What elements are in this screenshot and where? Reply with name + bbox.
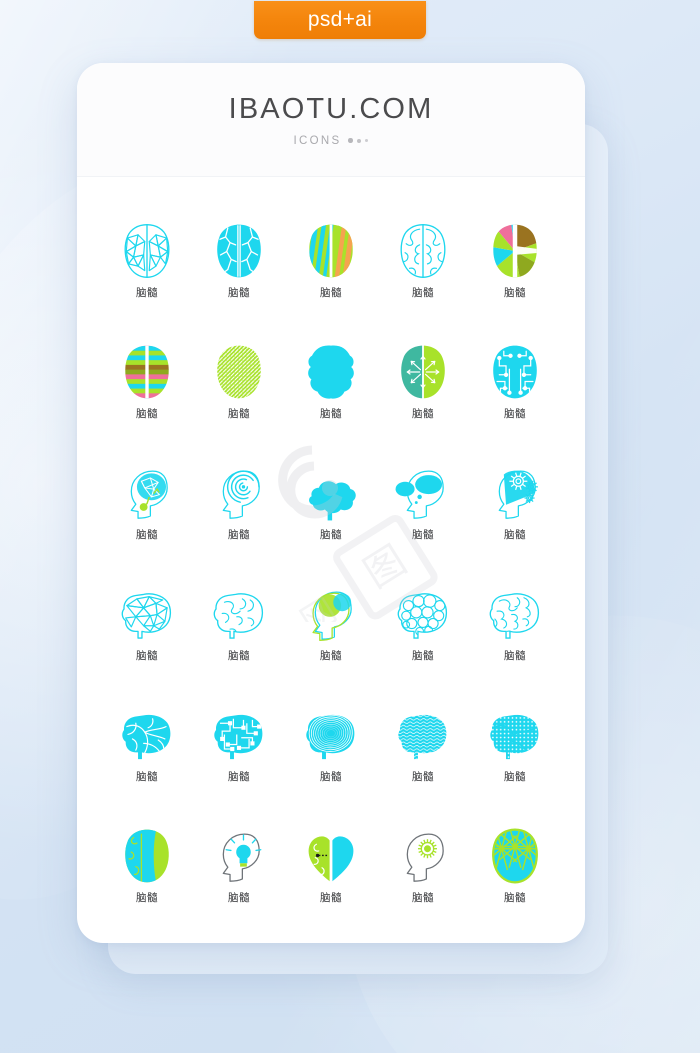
icon-label: 脑髓	[228, 771, 250, 784]
icon-label: 脑髓	[228, 529, 250, 542]
icon-cell-brain-side-detailed[interactable]: 脑髓	[469, 562, 561, 683]
icon-label: 脑髓	[412, 650, 434, 663]
head-overlap-circles-icon	[303, 583, 359, 645]
icon-label: 脑髓	[412, 408, 434, 421]
brand-subtitle-row: ICONS	[294, 135, 369, 147]
brain-top-arrows-split-icon	[395, 341, 451, 403]
format-badge: psd+ai	[254, 1, 426, 39]
icon-cell-brain-top-pie-segments[interactable]: 脑髓	[469, 199, 561, 320]
icon-cell-brain-top-polygon-outline[interactable]: 脑髓	[101, 199, 193, 320]
icon-cell-brain-side-gyri-outline[interactable]: 脑髓	[193, 562, 285, 683]
icon-cell-brain-top-green-cyan[interactable]: 脑髓	[101, 804, 193, 925]
icon-cell-head-thought-bubbles[interactable]: 脑髓	[377, 441, 469, 562]
icon-cell-head-lightbulb[interactable]: 脑髓	[193, 804, 285, 925]
icon-label: 脑髓	[320, 771, 342, 784]
brain-top-filled-cracks-icon	[211, 220, 267, 282]
icon-label: 脑髓	[412, 771, 434, 784]
icon-label: 脑髓	[412, 287, 434, 300]
icon-label: 脑髓	[504, 771, 526, 784]
heart-brain-split-icon	[303, 825, 359, 887]
icon-label: 脑髓	[504, 892, 526, 905]
icon-cell-brain-top-cyan-solid[interactable]: 脑髓	[285, 320, 377, 441]
icon-label: 脑髓	[320, 529, 342, 542]
icon-label: 脑髓	[228, 892, 250, 905]
icon-set-card: IBAOTU.COM ICONS 脑髓 脑髓 脑髓 脑髓 脑髓 脑髓 脑髓 脑髓 脑髓 脑髓 脑髓脑…	[77, 63, 585, 943]
icon-label: 脑髓	[504, 287, 526, 300]
brain-top-radial-network-icon	[487, 825, 543, 887]
head-gears-icon	[487, 462, 543, 524]
icon-cell-brain-top-arrows-split[interactable]: 脑髓	[377, 320, 469, 441]
icon-cell-brain-top-radial-network[interactable]: 脑髓	[469, 804, 561, 925]
dots-icon	[348, 138, 369, 143]
icon-cell-head-gear-sun[interactable]: 脑髓	[377, 804, 469, 925]
brain-top-green-hatch-icon	[211, 341, 267, 403]
icon-cell-brain-side-circuit[interactable]: 脑髓	[193, 683, 285, 804]
brain-side-polygon-icon	[119, 583, 175, 645]
brain-top-gyri-outline-icon	[395, 220, 451, 282]
brain-side-contours-icon	[303, 704, 359, 766]
brain-side-bubbles-icon	[395, 583, 451, 645]
brain-side-circuit-icon	[211, 704, 267, 766]
format-badge-label: psd+ai	[307, 8, 373, 31]
icon-label: 脑髓	[504, 408, 526, 421]
icon-cell-brain-side-waves[interactable]: 脑髓	[377, 683, 469, 804]
icon-label: 脑髓	[320, 892, 342, 905]
icon-cell-brain-side-contours[interactable]: 脑髓	[285, 683, 377, 804]
icon-cell-brain-top-filled-cracks[interactable]: 脑髓	[193, 199, 285, 320]
brain-top-circuit-icon	[487, 341, 543, 403]
brain-side-waves-icon	[395, 704, 451, 766]
head-lightbulb-icon	[211, 825, 267, 887]
icon-label: 脑髓	[136, 650, 158, 663]
icon-cell-brain-top-rainbow-bands[interactable]: 脑髓	[101, 320, 193, 441]
icon-cell-head-gears[interactable]: 脑髓	[469, 441, 561, 562]
icon-grid: 脑髓 脑髓 脑髓 脑髓 脑髓 脑髓 脑髓 脑髓 脑髓 脑髓 脑髓 脑髓 脑髓 脑髓 脑髓 脑髓 脑髓 脑髓 脑髓 脑髓…	[77, 177, 585, 943]
icon-label: 脑髓	[228, 408, 250, 421]
icon-cell-head-overlap-circles[interactable]: 脑髓	[285, 562, 377, 683]
brain-top-cyan-solid-icon	[303, 341, 359, 403]
icon-label: 脑髓	[136, 287, 158, 300]
head-brain-spiral-icon	[211, 462, 267, 524]
icon-cell-head-cloud-brain[interactable]: 脑髓	[285, 441, 377, 562]
brain-side-dots-icon	[487, 704, 543, 766]
head-cloud-brain-icon	[303, 462, 359, 524]
brain-top-green-cyan-icon	[119, 825, 175, 887]
head-brain-network-icon	[119, 462, 175, 524]
icon-label: 脑髓	[504, 529, 526, 542]
brain-top-rainbow-bands-icon	[119, 341, 175, 403]
icon-label: 脑髓	[412, 529, 434, 542]
icon-cell-head-brain-network[interactable]: 脑髓	[101, 441, 193, 562]
icon-label: 脑髓	[412, 892, 434, 905]
icon-cell-brain-top-gyri-outline[interactable]: 脑髓	[377, 199, 469, 320]
brand-title: IBAOTU.COM	[228, 92, 434, 125]
brain-top-color-stripes-icon	[303, 220, 359, 282]
icon-cell-brain-top-circuit[interactable]: 脑髓	[469, 320, 561, 441]
icon-cell-brain-top-color-stripes[interactable]: 脑髓	[285, 199, 377, 320]
icon-label: 脑髓	[504, 650, 526, 663]
head-thought-bubbles-icon	[395, 462, 451, 524]
icon-cell-head-brain-spiral[interactable]: 脑髓	[193, 441, 285, 562]
icon-label: 脑髓	[320, 287, 342, 300]
icon-label: 脑髓	[136, 771, 158, 784]
icon-label: 脑髓	[320, 650, 342, 663]
icon-cell-brain-side-veins[interactable]: 脑髓	[101, 683, 193, 804]
icon-cell-brain-side-dots[interactable]: 脑髓	[469, 683, 561, 804]
brain-side-gyri-outline-icon	[211, 583, 267, 645]
icon-cell-brain-side-polygon[interactable]: 脑髓	[101, 562, 193, 683]
brain-top-polygon-outline-icon	[119, 220, 175, 282]
brand-subtitle: ICONS	[293, 134, 342, 147]
card-header: IBAOTU.COM ICONS	[77, 63, 585, 177]
icon-label: 脑髓	[136, 408, 158, 421]
icon-cell-brain-top-green-hatch[interactable]: 脑髓	[193, 320, 285, 441]
icon-label: 脑髓	[228, 287, 250, 300]
icon-label: 脑髓	[136, 892, 158, 905]
icon-label: 脑髓	[228, 650, 250, 663]
icon-cell-brain-side-bubbles[interactable]: 脑髓	[377, 562, 469, 683]
brain-side-detailed-icon	[487, 583, 543, 645]
brain-top-pie-segments-icon	[487, 220, 543, 282]
brain-side-veins-icon	[119, 704, 175, 766]
icon-label: 脑髓	[320, 408, 342, 421]
icon-cell-heart-brain-split[interactable]: 脑髓	[285, 804, 377, 925]
head-gear-sun-icon	[395, 825, 451, 887]
icon-label: 脑髓	[136, 529, 158, 542]
